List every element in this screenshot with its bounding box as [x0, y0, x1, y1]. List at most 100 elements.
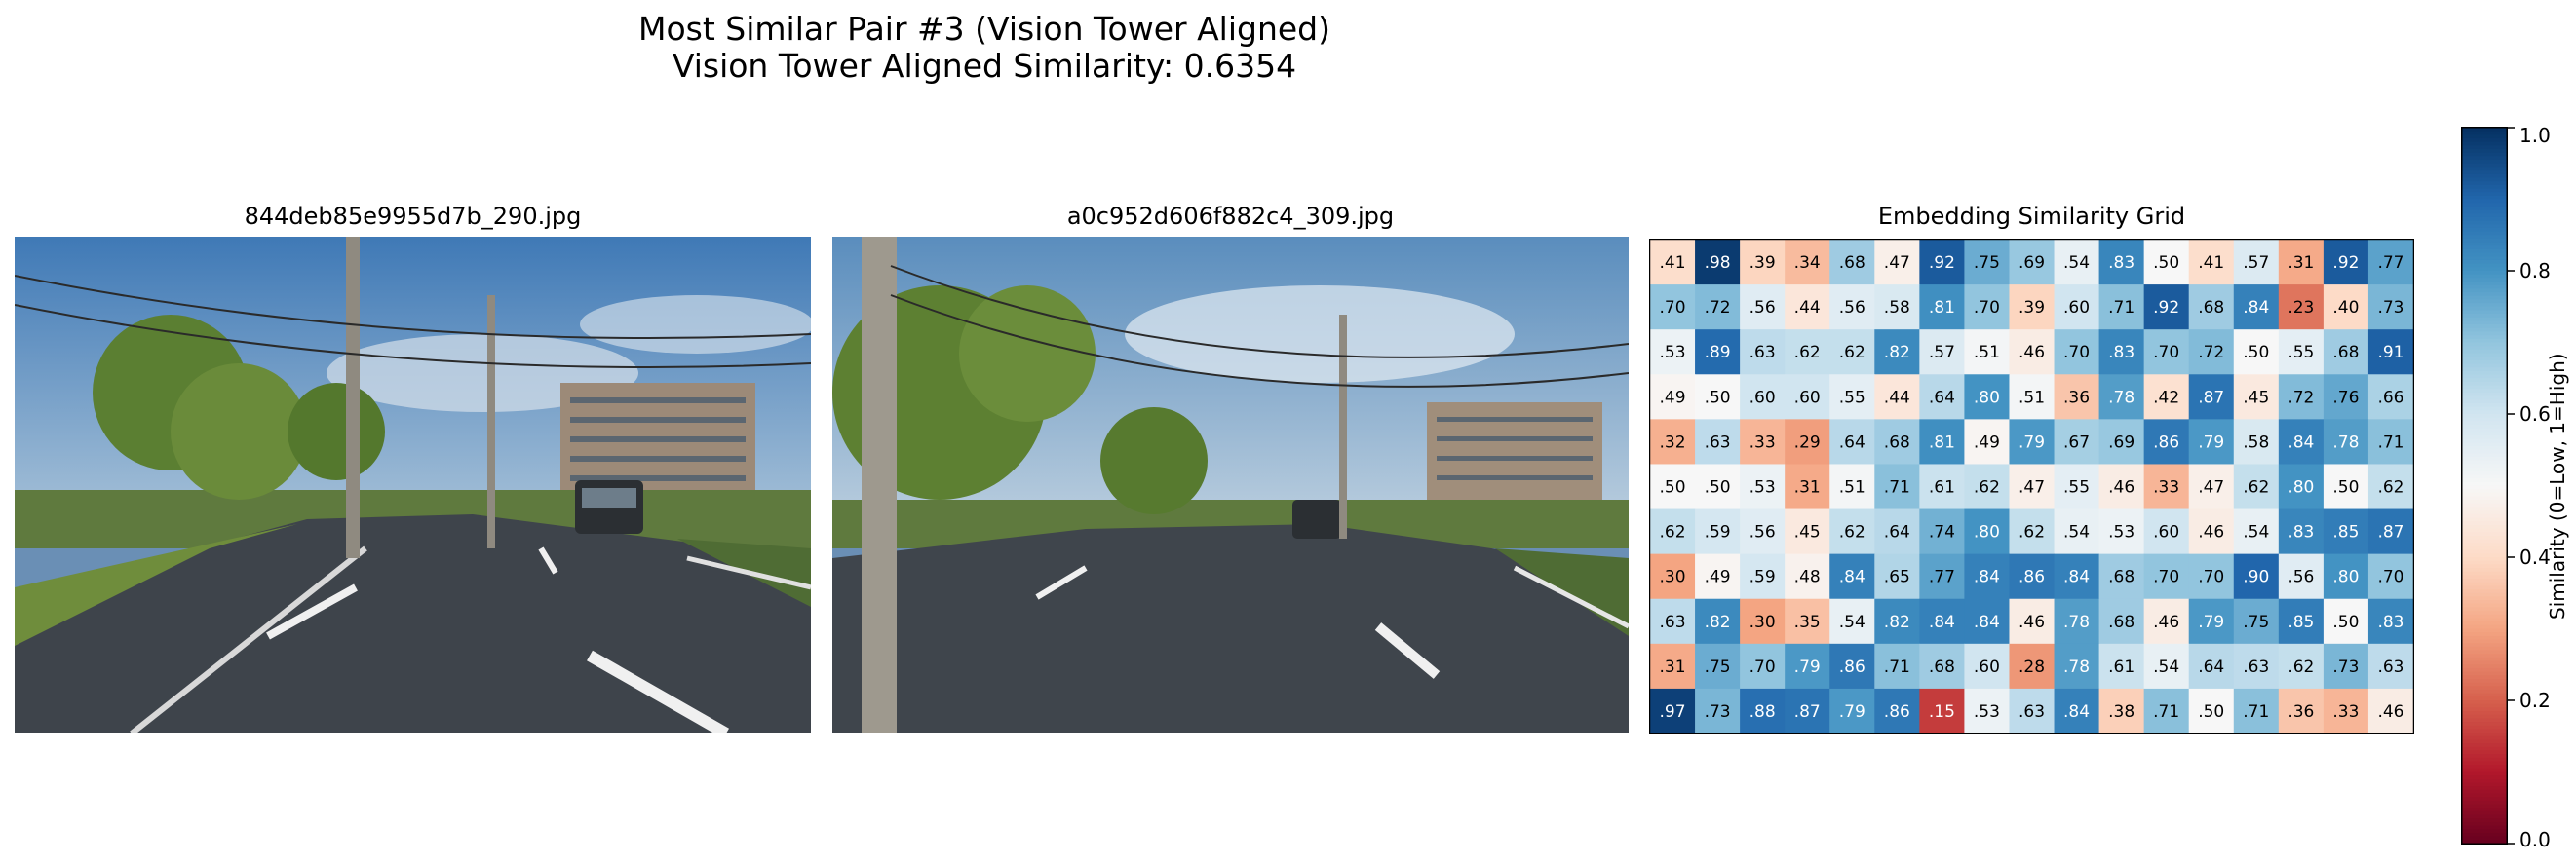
heatmap-cell-label-r9-c5: .71: [1884, 658, 1910, 677]
colorbar-gradient-step: [2462, 378, 2507, 383]
colorbar-gradient-step: [2462, 470, 2507, 476]
heatmap-cell-label-r4-c3: .29: [1794, 432, 1821, 452]
heatmap-cell-label-r4-c11: .86: [2153, 432, 2179, 452]
colorbar-gradient-step: [2462, 589, 2507, 594]
heatmap-cell-label-r9-c12: .64: [2198, 658, 2224, 677]
heatmap-cell-label-r5-c8: .47: [2019, 478, 2045, 498]
heatmap-cell-label-r7-c9: .84: [2063, 568, 2090, 587]
heatmap-cell-label-r6-c6: .74: [1929, 523, 1955, 543]
colorbar-gradient-step: [2462, 693, 2507, 697]
heatmap-cell-label-r5-c4: .51: [1839, 478, 1865, 498]
colorbar-gradient-step: [2462, 224, 2507, 229]
colorbar-gradient-step: [2462, 646, 2507, 652]
heatmap-cell-label-r8-c16: .83: [2377, 613, 2403, 632]
colorbar-gradient-step: [2462, 614, 2507, 620]
heatmap-cell-label-r4-c14: .84: [2288, 432, 2314, 452]
heatmap-cell-label-r5-c1: .50: [1705, 478, 1731, 498]
heatmap-cell-label-r5-c12: .47: [2198, 478, 2224, 498]
heatmap-cell-label-r6-c10: .53: [2108, 523, 2134, 543]
colorbar-gradient-step: [2462, 689, 2507, 695]
heatmap-cell-label-r9-c6: .68: [1929, 658, 1955, 677]
colorbar-gradient-step: [2462, 603, 2507, 609]
colorbar-gradient-step: [2462, 220, 2507, 225]
colorbar-gradient-step: [2462, 808, 2507, 812]
heatmap-cell-label-r7-c13: .90: [2243, 568, 2269, 587]
heatmap-cell-label-r3-c13: .45: [2243, 388, 2269, 407]
heatmap-cell-label-r8-c15: .50: [2332, 613, 2359, 632]
colorbar-gradient-step: [2462, 402, 2507, 408]
left-image-filename: 844deb85e9955d7b_290.jpg: [244, 203, 582, 230]
colorbar-gradient-step: [2462, 733, 2507, 737]
colorbar-gradient-step: [2462, 184, 2507, 190]
colorbar-gradient-step: [2462, 800, 2507, 806]
colorbar-gradient-step: [2462, 242, 2507, 246]
heatmap-cell-label-r9-c11: .54: [2153, 658, 2179, 677]
colorbar-tick-label: 0.0: [2519, 828, 2551, 847]
colorbar-gradient-step: [2462, 245, 2507, 250]
heatmap-cell-label-r4-c15: .78: [2332, 432, 2359, 452]
heatmap-cell-label-r0-c5: .47: [1884, 253, 1910, 273]
heatmap-cell-label-r3-c7: .80: [1974, 388, 2000, 407]
colorbar-gradient-step: [2462, 367, 2507, 372]
heatmap-cell-label-r2-c9: .70: [2063, 343, 2090, 362]
heatmap-cell-label-r3-c16: .66: [2377, 388, 2403, 407]
heatmap-cell-label-r4-c4: .64: [1839, 432, 1865, 452]
colorbar-gradient-step: [2462, 449, 2507, 455]
colorbar-gradient-step: [2462, 349, 2507, 355]
colorbar-gradient-step: [2462, 271, 2507, 276]
colorbar-gradient-step: [2462, 353, 2507, 357]
colorbar-gradient-step: [2462, 195, 2507, 201]
colorbar-gradient-step: [2462, 421, 2507, 426]
colorbar-gradient-step: [2462, 425, 2507, 430]
heatmap-cell-label-r2-c12: .72: [2198, 343, 2224, 362]
heatmap-cell-label-r8-c6: .84: [1929, 613, 1955, 632]
colorbar-gradient-step: [2462, 543, 2507, 547]
colorbar-gradient-step: [2462, 761, 2507, 766]
colorbar-gradient-step: [2462, 335, 2507, 340]
heatmap-cell-label-r6-c14: .83: [2288, 523, 2314, 543]
colorbar-gradient-step: [2462, 754, 2507, 759]
colorbar-gradient-step: [2462, 496, 2507, 501]
colorbar-gradient-step: [2462, 160, 2507, 165]
heatmap-cell-label-r7-c14: .56: [2288, 568, 2314, 587]
heatmap-cell-label-r7-c8: .86: [2019, 568, 2045, 587]
heatmap-cell-label-r9-c9: .78: [2063, 658, 2090, 677]
heatmap-cell-label-r7-c16: .70: [2377, 568, 2403, 587]
colorbar-gradient-step: [2462, 675, 2507, 680]
heatmap-cell-label-r10-c0: .97: [1660, 702, 1686, 722]
colorbar-gradient-step: [2462, 660, 2507, 665]
heatmap-cell-label-r3-c4: .55: [1839, 388, 1865, 407]
colorbar-gradient-step: [2462, 492, 2507, 498]
colorbar-gradient-step: [2462, 500, 2507, 505]
colorbar-gradient-step: [2462, 138, 2507, 143]
heatmap-cell-label-r10-c10: .38: [2108, 702, 2134, 722]
colorbar-gradient-step: [2462, 295, 2507, 300]
heatmap-cell-label-r4-c13: .58: [2243, 432, 2269, 452]
colorbar-gradient-step: [2462, 342, 2507, 347]
colorbar-gradient-step: [2462, 374, 2507, 379]
heatmap-cell-label-r2-c3: .62: [1794, 343, 1821, 362]
right-image-filename: a0c952d606f882c4_309.jpg: [1066, 203, 1395, 230]
colorbar-gradient-step: [2462, 517, 2507, 522]
colorbar-gradient-step: [2462, 797, 2507, 802]
heatmap-cell-label-r0-c0: .41: [1660, 253, 1686, 273]
heatmap-cell-label-r9-c15: .73: [2332, 658, 2359, 677]
heatmap-cell-label-r7-c3: .48: [1794, 568, 1821, 587]
colorbar-gradient-step: [2462, 206, 2507, 211]
left-road-photo: [15, 237, 811, 733]
colorbar-gradient-step: [2462, 310, 2507, 315]
colorbar-gradient-step: [2462, 535, 2507, 541]
heatmap-cell-label-r3-c15: .76: [2332, 388, 2359, 407]
heatmap-cell-label-r8-c13: .75: [2243, 613, 2269, 632]
colorbar-gradient-step: [2462, 331, 2507, 336]
colorbar-gradient-step: [2462, 306, 2507, 312]
colorbar-gradient-step: [2462, 446, 2507, 451]
heatmap-cell-label-r1-c9: .60: [2063, 298, 2090, 318]
heatmap-cell-label-r4-c1: .63: [1705, 432, 1731, 452]
colorbar-gradient-step: [2462, 453, 2507, 458]
colorbar-gradient-step: [2462, 545, 2507, 551]
heatmap-cell-label-r3-c12: .87: [2198, 388, 2224, 407]
heatmap-cell-label-r5-c10: .46: [2108, 478, 2134, 498]
heatmap-cell-label-r2-c11: .70: [2153, 343, 2179, 362]
heatmap-cell-label-r3-c8: .51: [2019, 388, 2045, 407]
